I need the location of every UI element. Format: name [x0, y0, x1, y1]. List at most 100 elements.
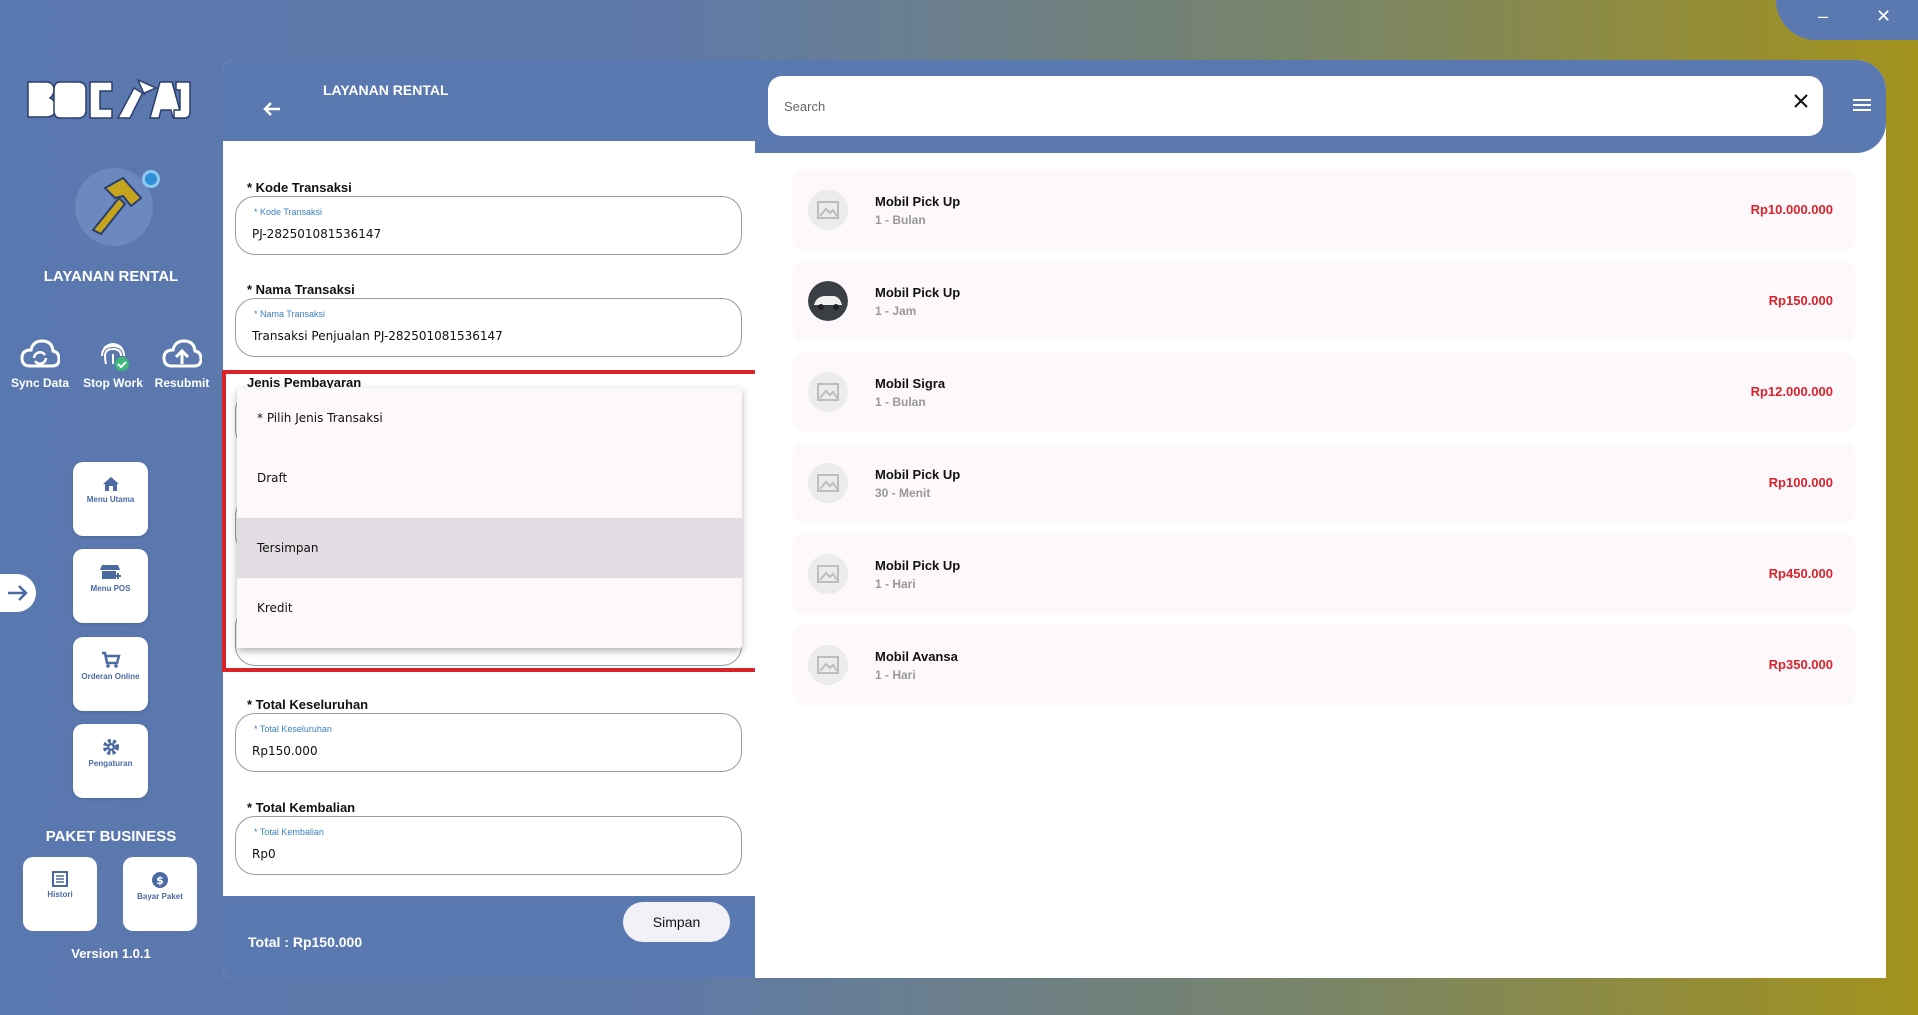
svg-text:$: $: [156, 874, 164, 887]
menu-button[interactable]: [1853, 98, 1871, 117]
kode-transaksi-input[interactable]: * Kode Transaksi PJ-282501081536147: [235, 196, 742, 255]
nama-transaksi-input[interactable]: * Nama Transaksi Transaksi Penjualan PJ-…: [235, 298, 742, 357]
product-price: Rp100.000: [1768, 475, 1833, 490]
search-box: [768, 76, 1823, 136]
dropdown-option-pilih[interactable]: * Pilih Jenis Transaksi: [237, 388, 742, 448]
menu-utama-button[interactable]: Menu Utama: [73, 462, 148, 536]
form-footer: Total : Rp150.000 Simpan: [223, 896, 755, 978]
product-duration: 1 - Bulan: [875, 395, 926, 409]
resubmit-label: Resubmit: [154, 376, 210, 390]
car-photo-icon: [808, 281, 848, 321]
dropdown-option-kredit[interactable]: Kredit: [237, 578, 742, 638]
sync-data-label: Sync Data: [10, 376, 70, 390]
nama-transaksi-label: * Nama Transaksi: [247, 282, 355, 297]
footer-total: Total : Rp150.000: [248, 934, 363, 950]
total-keseluruhan-floating-label: * Total Keseluruhan: [252, 724, 334, 734]
product-panel-header: [755, 60, 1886, 153]
bayar-paket-label: Bayar Paket: [137, 892, 183, 901]
total-kembalian-value: Rp0: [252, 847, 276, 861]
product-duration: 1 - Hari: [875, 577, 916, 591]
product-name: Mobil Pick Up: [875, 194, 961, 209]
dollar-icon: $: [152, 872, 168, 888]
resubmit-button[interactable]: Resubmit: [144, 338, 220, 390]
clear-search-button[interactable]: [1793, 92, 1809, 115]
kode-transaksi-floating-label: * Kode Transaksi: [252, 207, 325, 217]
arrow-left-icon: [263, 102, 280, 116]
dropdown-option-tersimpan[interactable]: Tersimpan: [237, 518, 742, 578]
product-duration: 1 - Bulan: [875, 213, 926, 227]
close-icon: [1794, 94, 1808, 108]
product-name: Mobil Pick Up: [875, 285, 961, 300]
gear-icon: [102, 739, 119, 755]
image-placeholder-icon: [808, 645, 848, 685]
orderan-online-label: Orderan Online: [81, 672, 140, 681]
orderan-online-button[interactable]: Orderan Online: [73, 637, 148, 711]
pengaturan-button[interactable]: Pengaturan: [73, 724, 148, 798]
histori-label: Histori: [47, 890, 73, 899]
image-placeholder-icon: [808, 190, 848, 230]
product-item[interactable]: Mobil Pick Up 1 - Jam Rp150.000: [793, 261, 1855, 341]
fingerprint-icon: [101, 343, 129, 371]
nama-transaksi-floating-label: * Nama Transaksi: [252, 309, 328, 319]
history-icon: [52, 871, 68, 887]
image-placeholder-icon: [808, 554, 848, 594]
sidebar-app-title: LAYANAN RENTAL: [43, 268, 179, 285]
version-text: Version 1.0.1: [71, 946, 151, 961]
product-price: Rp150.000: [1768, 293, 1833, 308]
product-panel: Mobil Pick Up 1 - Bulan Rp10.000.000 Mob…: [755, 60, 1886, 978]
sidebar: LAYANAN RENTAL Sync Data Stop Work Resub…: [0, 0, 222, 1015]
total-kembalian-input[interactable]: * Total Kembalian Rp0: [235, 816, 742, 875]
product-price: Rp12.000.000: [1750, 384, 1833, 399]
product-duration: 1 - Jam: [875, 304, 917, 318]
back-button[interactable]: [263, 100, 281, 123]
product-price: Rp350.000: [1768, 657, 1833, 672]
menu-pos-button[interactable]: Menu POS: [73, 549, 148, 623]
nama-transaksi-value: Transaksi Penjualan PJ-282501081536147: [252, 329, 503, 343]
image-placeholder-icon: [808, 372, 848, 412]
product-item[interactable]: Mobil Avansa 1 - Hari Rp350.000: [793, 625, 1855, 705]
product-name: Mobil Sigra: [875, 376, 946, 391]
kode-transaksi-value: PJ-282501081536147: [252, 227, 382, 241]
bayar-paket-button[interactable]: $ Bayar Paket: [123, 857, 197, 931]
cart-icon: [101, 651, 121, 668]
product-price: Rp10.000.000: [1750, 202, 1833, 217]
search-input[interactable]: [784, 94, 1764, 118]
cloud-upload-icon: [162, 339, 202, 368]
package-title: PAKET BUSINESS: [45, 828, 177, 845]
jenis-pembayaran-dropdown: * Pilih Jenis Transaksi Draft Tersimpan …: [237, 388, 742, 648]
total-keseluruhan-value: Rp150.000: [252, 744, 318, 758]
home-icon: [102, 477, 119, 491]
expand-sidebar-button[interactable]: [0, 574, 36, 612]
total-kembalian-label: * Total Kembalian: [247, 800, 356, 815]
window-controls: – ✕: [1776, 0, 1918, 40]
app-logo: [27, 78, 191, 119]
product-name: Mobil Pick Up: [875, 467, 961, 482]
histori-button[interactable]: Histori: [23, 857, 97, 931]
arrow-right-icon: [8, 585, 28, 601]
store-icon: [99, 565, 121, 579]
form-header: LAYANAN RENTAL: [223, 60, 755, 141]
product-duration: 1 - Hari: [875, 668, 916, 682]
simpan-button[interactable]: Simpan: [623, 902, 730, 942]
product-item[interactable]: Mobil Pick Up 30 - Menit Rp100.000: [793, 443, 1855, 523]
product-name: Mobil Pick Up: [875, 558, 961, 573]
stop-work-button[interactable]: Stop Work: [75, 338, 151, 390]
product-duration: 30 - Menit: [875, 486, 931, 500]
stop-work-label: Stop Work: [83, 376, 143, 390]
product-name: Mobil Avansa: [875, 649, 958, 664]
cloud-sync-icon: [20, 339, 60, 368]
image-placeholder-icon: [808, 463, 848, 503]
product-item[interactable]: Mobil Pick Up 1 - Hari Rp450.000: [793, 534, 1855, 614]
product-item[interactable]: Mobil Sigra 1 - Bulan Rp12.000.000: [793, 352, 1855, 432]
kode-transaksi-label: * Kode Transaksi: [247, 180, 352, 195]
product-price: Rp450.000: [1768, 566, 1833, 581]
dropdown-option-draft[interactable]: Draft: [237, 448, 742, 508]
pengaturan-label: Pengaturan: [88, 759, 133, 768]
sync-data-button[interactable]: Sync Data: [2, 338, 78, 390]
minimize-button[interactable]: –: [1818, 6, 1828, 27]
total-keseluruhan-input[interactable]: * Total Keseluruhan Rp150.000: [235, 713, 742, 772]
close-window-button[interactable]: ✕: [1876, 6, 1891, 27]
product-item[interactable]: Mobil Pick Up 1 - Bulan Rp10.000.000: [793, 170, 1855, 250]
total-kembalian-floating-label: * Total Kembalian: [252, 827, 326, 837]
menu-utama-label: Menu Utama: [86, 495, 135, 504]
